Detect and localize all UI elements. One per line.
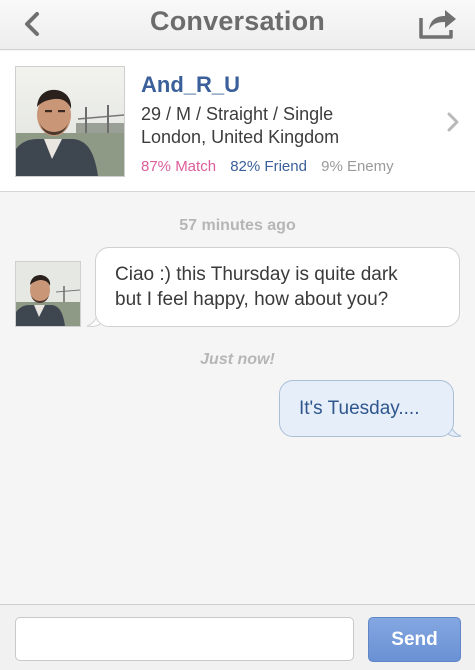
- friend-percentage: 82% Friend: [230, 158, 307, 175]
- navigation-bar: Conversation: [0, 0, 475, 50]
- message-input[interactable]: [15, 617, 354, 661]
- send-button[interactable]: Send: [368, 617, 461, 662]
- message-timestamp: 57 minutes ago: [179, 217, 296, 234]
- page-title: Conversation: [150, 6, 325, 36]
- incoming-message-bubble: Ciao :) this Thursday is quite dark but …: [95, 247, 460, 327]
- profile-demographics: 29 / M / Straight / Single: [141, 104, 334, 124]
- profile-username: And_R_U: [141, 72, 241, 97]
- sender-avatar[interactable]: [15, 261, 81, 327]
- outgoing-message-bubble: It's Tuesday....: [279, 380, 454, 437]
- message-text: It's Tuesday....: [299, 398, 420, 419]
- compatibility-stats: 87% Match 82% Friend 9% Enemy: [141, 158, 394, 175]
- share-icon: [419, 10, 456, 39]
- message-text: but I feel happy, how about you?: [115, 289, 389, 310]
- chevron-right-icon: [447, 112, 459, 132]
- profile-photo: [15, 66, 125, 177]
- message-composer: Send: [0, 604, 475, 670]
- profile-card[interactable]: And_R_U 29 / M / Straight / Single Londo…: [0, 51, 475, 192]
- share-button[interactable]: [415, 3, 461, 43]
- enemy-percentage: 9% Enemy: [321, 158, 394, 175]
- message-text: Ciao :) this Thursday is quite dark: [115, 264, 398, 285]
- message-timestamp: Just now!: [200, 351, 275, 368]
- profile-details: 29 / M / Straight / Single London, Unite…: [141, 103, 339, 149]
- profile-location: London, United Kingdom: [141, 127, 340, 147]
- match-percentage: 87% Match: [141, 158, 217, 175]
